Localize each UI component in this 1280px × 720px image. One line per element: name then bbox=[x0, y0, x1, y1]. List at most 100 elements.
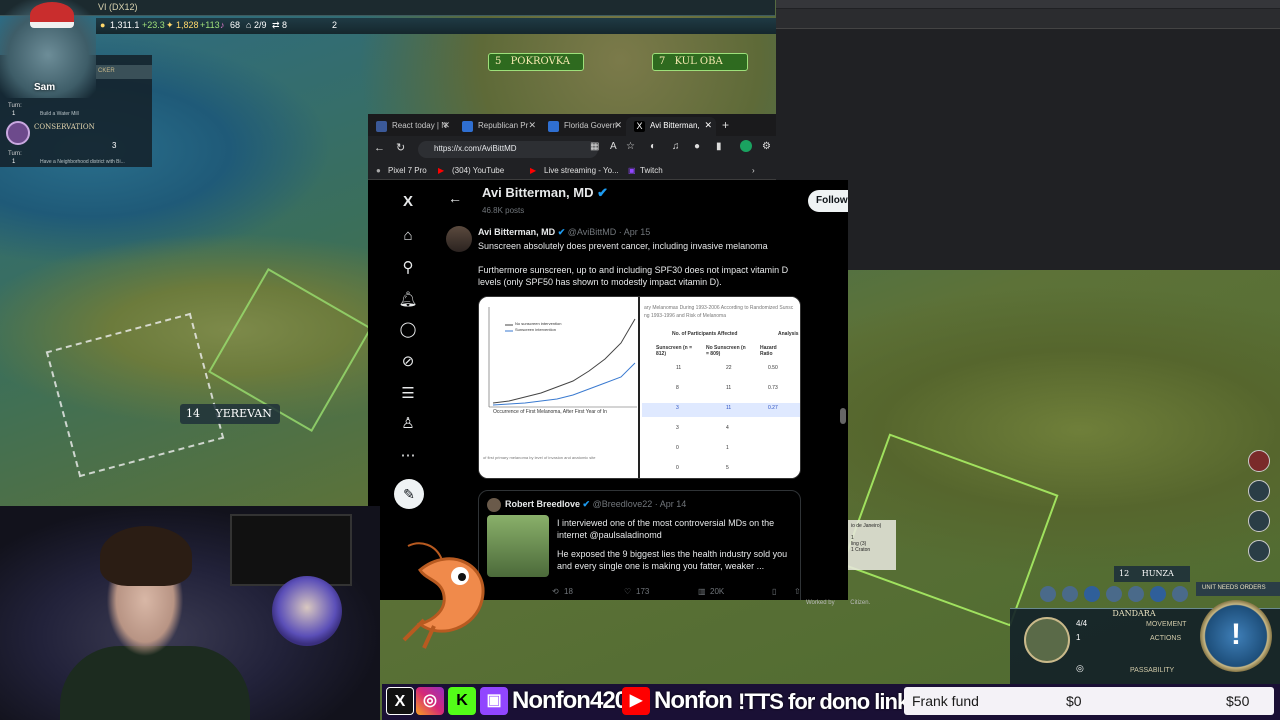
tab-favicon-icon bbox=[462, 121, 473, 132]
extension-icon[interactable]: ● bbox=[694, 141, 700, 152]
unit-action-icon[interactable] bbox=[1150, 586, 1166, 602]
person-hair bbox=[100, 526, 192, 586]
messages-icon[interactable]: ◯ bbox=[398, 320, 418, 340]
table-title: ary Melanomas During 1993-2006 According… bbox=[644, 305, 794, 311]
instagram-icon: ◎ bbox=[416, 687, 444, 715]
home-icon[interactable]: ⌂ bbox=[398, 226, 418, 246]
views-icon[interactable]: ▥ bbox=[698, 587, 706, 596]
housing-icon: ⌂ bbox=[246, 20, 252, 30]
tab[interactable]: Florida Govern ✕ bbox=[540, 117, 626, 136]
close-icon[interactable]: ✕ bbox=[704, 120, 712, 131]
more-icon[interactable]: ⋯ bbox=[398, 446, 418, 466]
tweet-text: Sunscreen absolutely does prevent cancer… bbox=[478, 241, 768, 251]
youtube-icon: ▶ bbox=[622, 687, 650, 715]
extension-icon[interactable]: ♫ bbox=[672, 141, 680, 152]
unit-action-icon[interactable] bbox=[1062, 586, 1078, 602]
table-row-highlighted: 3 11 0.27 bbox=[642, 403, 800, 417]
movement-value: 4/4 bbox=[1076, 619, 1088, 628]
faith-icon: ✦ bbox=[166, 20, 174, 30]
trade-value: 8 bbox=[282, 20, 288, 30]
share-icon[interactable]: ⇧ bbox=[794, 587, 801, 596]
avatar[interactable] bbox=[446, 226, 472, 252]
lens-icon[interactable] bbox=[1248, 540, 1270, 562]
tab-active[interactable]: X Avi Bitterman, ✕ bbox=[626, 117, 716, 136]
follow-button[interactable]: Follow bbox=[808, 190, 848, 212]
grok-icon[interactable]: ⊘ bbox=[398, 352, 418, 372]
tweet-author[interactable]: Avi Bitterman, MD bbox=[478, 227, 555, 237]
city-name: KUL OBA bbox=[674, 56, 723, 67]
gold-icon: ● bbox=[100, 20, 106, 30]
profile-header: ← Avi Bitterman, MD ✔ 46.8K posts Follow bbox=[438, 180, 848, 220]
retweet-icon[interactable]: ⟲ bbox=[552, 587, 559, 596]
tweet-text: Furthermore sunscreen, up to and includi… bbox=[478, 265, 789, 287]
table-cell: 0.50 bbox=[768, 365, 778, 371]
unit-portrait[interactable] bbox=[1024, 617, 1070, 663]
close-icon[interactable]: ✕ bbox=[614, 120, 622, 131]
extension-icon[interactable]: ◐ bbox=[650, 141, 656, 152]
city-banner-pokrovka[interactable]: 5 POKROVKA bbox=[488, 53, 584, 71]
right-lens-bar bbox=[1246, 446, 1274, 586]
bookmark-item[interactable]: Live streaming - Yo... bbox=[544, 166, 619, 175]
table-cell: 3 bbox=[676, 405, 679, 411]
avatar bbox=[487, 498, 501, 512]
favorite-star-icon[interactable]: ☆ bbox=[626, 141, 635, 152]
tooltip-line: 1 Craton bbox=[851, 547, 871, 553]
read-aloud-icon[interactable]: A bbox=[610, 141, 617, 152]
table-row: 8 11 0.73 bbox=[642, 383, 800, 397]
bookmark-item[interactable]: (304) YouTube bbox=[452, 166, 504, 175]
table-cell: 3 bbox=[676, 425, 679, 431]
back-arrow-icon[interactable]: ← bbox=[448, 190, 462, 206]
tweet-media[interactable]: No sunscreen intervention Sunscreen inte… bbox=[478, 296, 801, 479]
table-cell: 8 bbox=[676, 385, 679, 391]
x-logo-icon[interactable]: X bbox=[398, 192, 418, 212]
search-icon[interactable]: ⚲ bbox=[398, 258, 418, 278]
unit-action-bar bbox=[1036, 584, 1192, 604]
next-unit-button[interactable]: ! bbox=[1200, 600, 1272, 672]
like-icon[interactable]: ♡ bbox=[624, 587, 631, 596]
santa-hat-icon bbox=[30, 2, 74, 28]
new-tab-button[interactable]: + bbox=[722, 118, 729, 132]
reload-icon[interactable]: ↻ bbox=[396, 141, 405, 154]
city-banner-yerevan[interactable]: 14 YEREVAN bbox=[180, 404, 280, 424]
lists-icon[interactable]: ☰ bbox=[398, 384, 418, 404]
url-input[interactable]: https://x.com/AviBittMD bbox=[418, 141, 598, 158]
chevron-right-icon[interactable]: › bbox=[752, 166, 755, 175]
bookmark-item[interactable]: Twitch bbox=[640, 166, 663, 175]
turn-value: 1 bbox=[12, 159, 16, 165]
table-row: 11 22 0.50 bbox=[642, 363, 800, 377]
verified-badge-icon: ✔ bbox=[582, 499, 591, 509]
grid-icon[interactable]: ▦ bbox=[590, 141, 599, 152]
notifications-icon[interactable]: 🔔︎ bbox=[398, 290, 418, 310]
unit-action-icon[interactable] bbox=[1106, 586, 1122, 602]
bookmark-item[interactable]: Pixel 7 Pro bbox=[388, 166, 427, 175]
fund-name: Frank fund bbox=[912, 693, 979, 709]
table-col-header: Sunscreen (n = 812) bbox=[656, 345, 692, 357]
city-banner-kul-oba[interactable]: 7 KUL OBA bbox=[652, 53, 748, 71]
bookmark-icon[interactable]: ▯ bbox=[772, 587, 776, 596]
unit-action-icon[interactable] bbox=[1084, 586, 1100, 602]
grammarly-icon[interactable] bbox=[740, 140, 752, 152]
resource-bar: ● 1,311.1 +23.3 ✦ 1,828 +113 ♪ 68 ⌂ 2/9 … bbox=[96, 18, 776, 34]
unit-action-icon[interactable] bbox=[1128, 586, 1144, 602]
settings-icon[interactable]: ⚙ bbox=[762, 141, 771, 152]
lens-icon[interactable] bbox=[1248, 480, 1270, 502]
quoted-tweet[interactable]: Robert Breedlove ✔ @Breedlove22 · Apr 14… bbox=[478, 490, 801, 600]
close-icon[interactable]: ✕ bbox=[442, 120, 450, 131]
policy-icon[interactable] bbox=[6, 121, 30, 145]
scrollbar-thumb[interactable] bbox=[840, 408, 846, 424]
tab-label: React today | N bbox=[392, 121, 447, 130]
turn-label: Turn: bbox=[8, 103, 22, 109]
unit-action-icon[interactable] bbox=[1040, 586, 1056, 602]
close-icon[interactable]: ✕ bbox=[528, 120, 536, 131]
unit-action-icon[interactable] bbox=[1172, 586, 1188, 602]
compose-post-button[interactable]: ✎ bbox=[394, 479, 424, 509]
lens-icon[interactable] bbox=[1248, 510, 1270, 532]
tab-favicon-icon bbox=[376, 121, 387, 132]
city-banner-hunza[interactable]: 12 HUNZA bbox=[1114, 566, 1190, 582]
back-icon[interactable]: ← bbox=[374, 142, 385, 154]
extension-icon[interactable]: ▮ bbox=[716, 141, 722, 152]
tab[interactable]: React today | N ✕ bbox=[368, 117, 454, 136]
tab[interactable]: Republican Pr ✕ bbox=[454, 117, 540, 136]
lens-icon[interactable] bbox=[1248, 450, 1270, 472]
profile-icon[interactable]: ♙ bbox=[398, 414, 418, 434]
